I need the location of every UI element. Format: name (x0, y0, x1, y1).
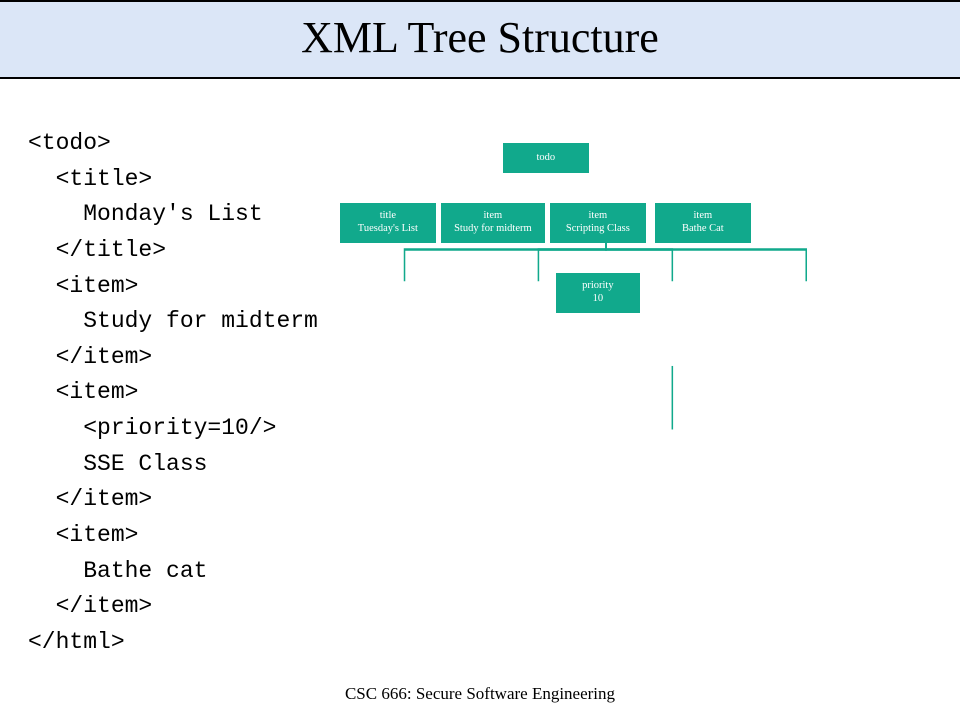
page-title: XML Tree Structure (0, 12, 960, 63)
tree-diagram: todo title Tuesday's List item Study for… (328, 133, 940, 684)
footer-text: CSC 666: Secure Software Engineering (0, 684, 960, 704)
node-value: Tuesday's List (342, 223, 434, 236)
node-value: 10 (558, 293, 638, 306)
title-bar: XML Tree Structure (0, 0, 960, 79)
node-label: priority (558, 280, 638, 293)
node-label: item (657, 210, 749, 223)
node-label: item (443, 210, 543, 223)
node-label: item (552, 210, 644, 223)
tree-node-root: todo (503, 143, 589, 173)
node-value: Study for midterm (443, 223, 543, 236)
tree-node-priority: priority 10 (556, 273, 640, 313)
xml-code-block: <todo> <title> Monday's List </title> <i… (28, 126, 318, 661)
tree-node-item-2: item Scripting Class (550, 203, 646, 243)
node-label: todo (505, 152, 587, 165)
node-value: Scripting Class (552, 223, 644, 236)
tree-node-item-3: item Bathe Cat (655, 203, 751, 243)
content: <todo> <title> Monday's List </title> <i… (0, 79, 960, 684)
tree-node-title: title Tuesday's List (340, 203, 436, 243)
node-label: title (342, 210, 434, 223)
node-value: Bathe Cat (657, 223, 749, 236)
tree-node-item-1: item Study for midterm (441, 203, 545, 243)
